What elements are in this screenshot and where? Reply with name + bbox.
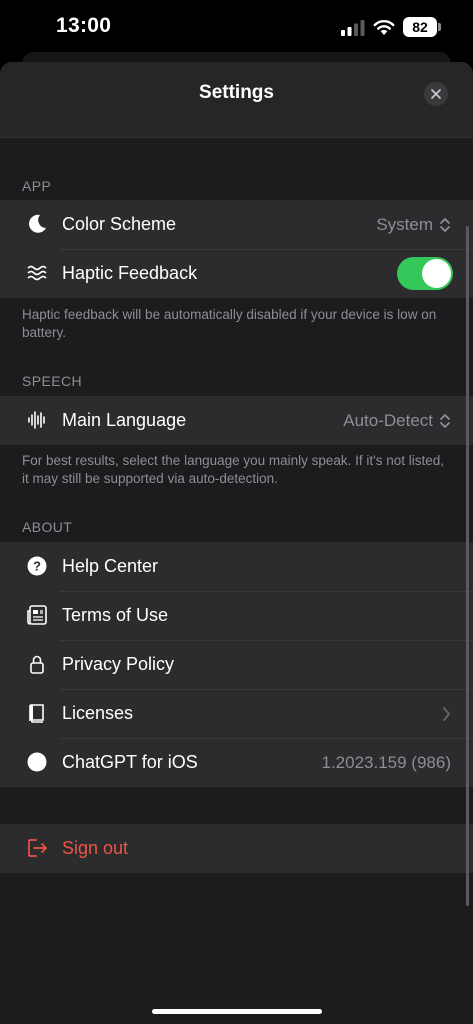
licenses-row[interactable]: Licenses xyxy=(0,689,473,738)
sign-out-label: Sign out xyxy=(62,838,129,858)
close-button[interactable] xyxy=(424,82,448,106)
book-icon xyxy=(29,704,44,723)
licenses-label: Licenses xyxy=(62,703,134,723)
circle-icon xyxy=(27,752,47,772)
haptic-note: Haptic feedback will be automatically di… xyxy=(22,307,437,340)
app-version-value: 1.2023.159 (986) xyxy=(321,753,452,772)
terms-of-use-label: Terms of Use xyxy=(62,605,169,625)
app-version-label: ChatGPT for iOS xyxy=(62,752,198,772)
section-header-app: APP xyxy=(22,178,52,194)
haptic-feedback-toggle[interactable] xyxy=(397,257,453,290)
main-language-value: Auto-Detect xyxy=(343,411,433,430)
nav-bar: Settings xyxy=(0,62,473,138)
screen: 13:00 82 Settings APP Color Scheme Syste… xyxy=(0,0,473,1024)
signal-icon xyxy=(341,20,365,36)
main-language-row[interactable]: Main Language Auto-Detect xyxy=(0,396,473,445)
status-bar: 13:00 82 xyxy=(0,0,473,56)
terms-of-use-row[interactable]: Terms of Use xyxy=(0,591,473,640)
sign-out-button[interactable]: Sign out xyxy=(0,824,473,873)
home-indicator[interactable] xyxy=(152,1009,322,1014)
page-title: Settings xyxy=(199,82,274,103)
haptic-feedback-row: Haptic Feedback xyxy=(0,249,473,298)
app-group: Color Scheme System Haptic Feedback xyxy=(0,200,473,298)
chevron-updown-icon xyxy=(440,414,450,428)
sign-out-icon xyxy=(28,839,47,857)
settings-sheet: Settings APP Color Scheme System Haptic … xyxy=(0,62,473,1024)
wifi-icon xyxy=(373,20,395,35)
color-scheme-row[interactable]: Color Scheme System xyxy=(0,200,473,249)
waveform-icon xyxy=(28,411,45,429)
color-scheme-label: Color Scheme xyxy=(62,214,177,234)
chevron-updown-icon xyxy=(440,218,450,232)
app-version-row: ChatGPT for iOS 1.2023.159 (986) xyxy=(0,738,473,787)
help-center-label: Help Center xyxy=(62,556,159,576)
scrollbar[interactable] xyxy=(466,226,469,906)
privacy-policy-label: Privacy Policy xyxy=(62,654,175,674)
haptic-waves-icon xyxy=(27,265,47,281)
section-header-speech: SPEECH xyxy=(22,373,82,389)
toggle-knob xyxy=(422,259,451,288)
battery-indicator: 82 xyxy=(403,17,437,37)
haptic-feedback-label: Haptic Feedback xyxy=(62,263,198,283)
color-scheme-value: System xyxy=(376,215,433,234)
lock-icon xyxy=(30,655,44,674)
speech-group: Main Language Auto-Detect xyxy=(0,396,473,445)
sign-out-group: Sign out xyxy=(0,824,473,873)
svg-text:?: ? xyxy=(33,559,41,574)
help-center-row[interactable]: ? Help Center xyxy=(0,542,473,591)
about-group: ? Help Center Terms of Use Privacy Polic… xyxy=(0,542,473,787)
main-language-label: Main Language xyxy=(62,410,187,430)
language-note: For best results, select the language yo… xyxy=(22,453,445,486)
battery-tip xyxy=(438,23,441,31)
newspaper-icon xyxy=(27,605,47,625)
close-icon xyxy=(431,89,441,99)
chevron-right-icon xyxy=(443,707,450,721)
question-circle-icon: ? xyxy=(27,556,47,576)
privacy-policy-row[interactable]: Privacy Policy xyxy=(0,640,473,689)
moon-icon xyxy=(29,214,46,233)
status-time: 13:00 xyxy=(56,14,112,37)
section-header-about: ABOUT xyxy=(22,519,73,535)
